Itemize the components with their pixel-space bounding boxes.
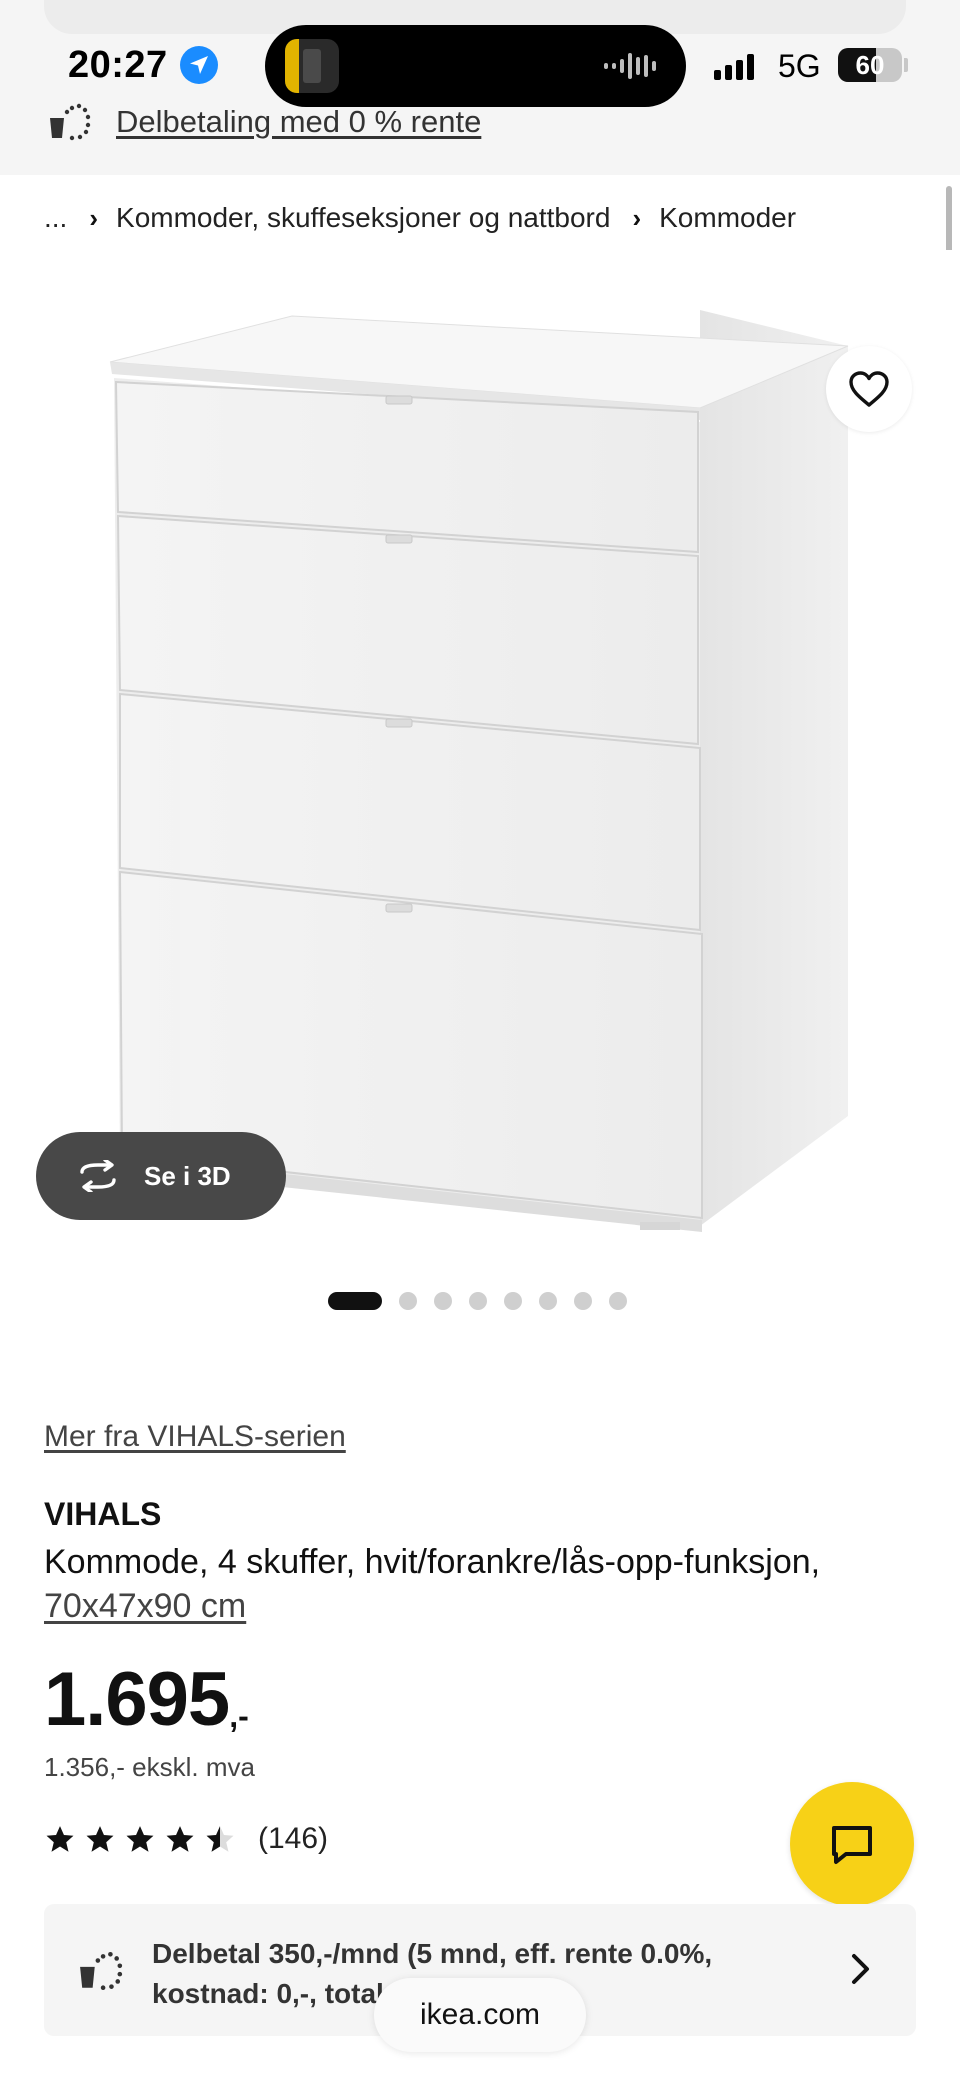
dynamic-island[interactable] (265, 25, 686, 107)
battery-icon: 60 (838, 48, 902, 82)
product-image[interactable] (0, 250, 960, 1260)
rating-count: (146) (258, 1822, 329, 1855)
product-rating[interactable]: (146) (44, 1822, 328, 1856)
location-arrow-icon (180, 46, 218, 84)
rating-stars (44, 1824, 236, 1854)
promo-link[interactable]: Delbetaling med 0 % rente (116, 104, 481, 140)
browser-url: ikea.com (419, 1998, 541, 2031)
product-price: 1.695 ,- (44, 1662, 249, 1738)
chat-bubble-icon (832, 1826, 872, 1864)
gallery-dot-2[interactable] (399, 1292, 417, 1310)
heart-icon (849, 371, 889, 407)
price-suffix: ,- (229, 1698, 249, 1734)
gallery-dot-8[interactable] (609, 1292, 627, 1310)
price-excl-vat: 1.356,- ekskl. mva (44, 1752, 255, 1782)
cellular-signal-icon (714, 54, 754, 80)
product-description: Kommode, 4 skuffer, hvit/forankre/lås-op… (44, 1543, 821, 1581)
installment-icon (48, 102, 92, 142)
product-measure-link[interactable]: 70x47x90 cm (44, 1584, 246, 1628)
promo-banner[interactable]: Delbetaling med 0 % rente (48, 100, 481, 144)
breadcrumb-item-ellipsis[interactable]: ... (44, 202, 67, 234)
rotate-3d-icon (80, 1160, 116, 1192)
gallery-dot-7[interactable] (574, 1292, 592, 1310)
price-value: 1.695 (44, 1657, 230, 1742)
media-thumbnail (285, 39, 339, 93)
star-icon (126, 1826, 154, 1852)
series-link[interactable]: Mer fra VIHALS-serien (44, 1420, 346, 1454)
gallery-dot-1[interactable] (328, 1292, 382, 1310)
gallery-dot-5[interactable] (504, 1292, 522, 1310)
gallery-pagination (328, 1292, 627, 1310)
audio-wave-icon (604, 51, 656, 81)
breadcrumb: ... › Kommoder, skuffeseksjoner og nattb… (44, 202, 796, 234)
gallery-dot-3[interactable] (434, 1292, 452, 1310)
star-icon (86, 1826, 114, 1852)
chat-button[interactable] (790, 1782, 914, 1906)
breadcrumb-item-category[interactable]: Kommoder, skuffeseksjoner og nattbord (116, 202, 610, 234)
dresser-illustration (109, 310, 849, 1232)
product-name: VIHALS (44, 1496, 162, 1532)
gallery-dot-6[interactable] (539, 1292, 557, 1310)
battery-nub (904, 58, 908, 72)
status-time: 20:27 (68, 44, 168, 86)
star-icon (166, 1826, 194, 1852)
network-type: 5G (778, 48, 821, 84)
browser-url-bar[interactable]: ikea.com (374, 1978, 586, 2052)
chevron-right-icon (852, 1954, 869, 1984)
star-icon (206, 1826, 234, 1852)
see-in-3d-label: Se i 3D (144, 1160, 231, 1191)
finance-line-1: Delbetal 350,-/mnd (5 mnd, eff. rente 0.… (152, 1938, 713, 1969)
favorite-button[interactable] (826, 346, 912, 432)
chevron-right-icon: › (632, 202, 642, 233)
chevron-right-icon: › (89, 202, 99, 233)
battery-percent: 60 (855, 50, 885, 80)
gallery-dot-4[interactable] (469, 1292, 487, 1310)
installment-icon (78, 1950, 124, 1992)
breadcrumb-item-current[interactable]: Kommoder (659, 202, 796, 234)
star-icon (46, 1826, 74, 1852)
see-in-3d-button[interactable]: Se i 3D (36, 1132, 286, 1220)
